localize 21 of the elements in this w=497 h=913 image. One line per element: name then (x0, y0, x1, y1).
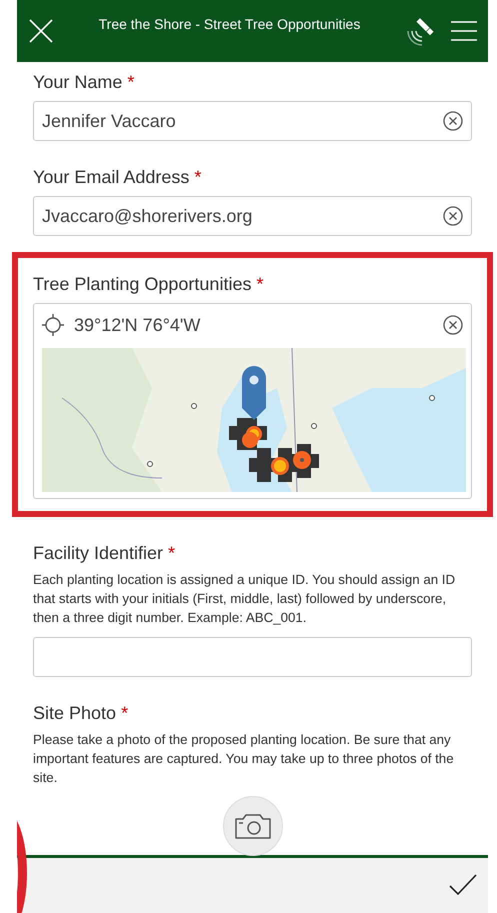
text-field[interactable]: Jennifer Vaccaro (33, 101, 472, 141)
menu-button[interactable] (450, 19, 478, 43)
clear-icon[interactable] (443, 206, 463, 226)
question-hint: Please take a photo of the proposed planting location. Be sure that any important features are captured. You may take up to three photos of the site. (33, 731, 455, 787)
question-label: Tree Planting Opportunities * (33, 274, 264, 295)
question-label: Your Name * (33, 72, 136, 93)
question-label: Facility Identifier * (33, 543, 176, 564)
close-button[interactable] (27, 17, 55, 45)
location-field[interactable]: 39°12'N 76°4'W (33, 303, 472, 499)
question-hint: Each planting location is assigned a unique ID. You should assign an ID that starts with your initials (First, middle, last) followed by underscore, then a three digit number. Example: ABC_001. (33, 571, 456, 627)
submit-button[interactable] (448, 872, 478, 896)
crosshair-icon (42, 314, 64, 336)
input-field[interactable] (33, 637, 472, 677)
question-label: Site Photo * (33, 703, 130, 724)
clear-icon[interactable] (443, 315, 463, 335)
map-drawing[interactable] (42, 348, 466, 492)
camera-icon (234, 812, 272, 840)
clear-icon[interactable] (443, 111, 463, 131)
question-label: Your Email Address * (33, 167, 202, 188)
text-field[interactable]: Jvaccaro@shorerivers.org (33, 196, 472, 236)
window-title: Tree the Shore - Street Tree Opportunities (98, 16, 362, 32)
